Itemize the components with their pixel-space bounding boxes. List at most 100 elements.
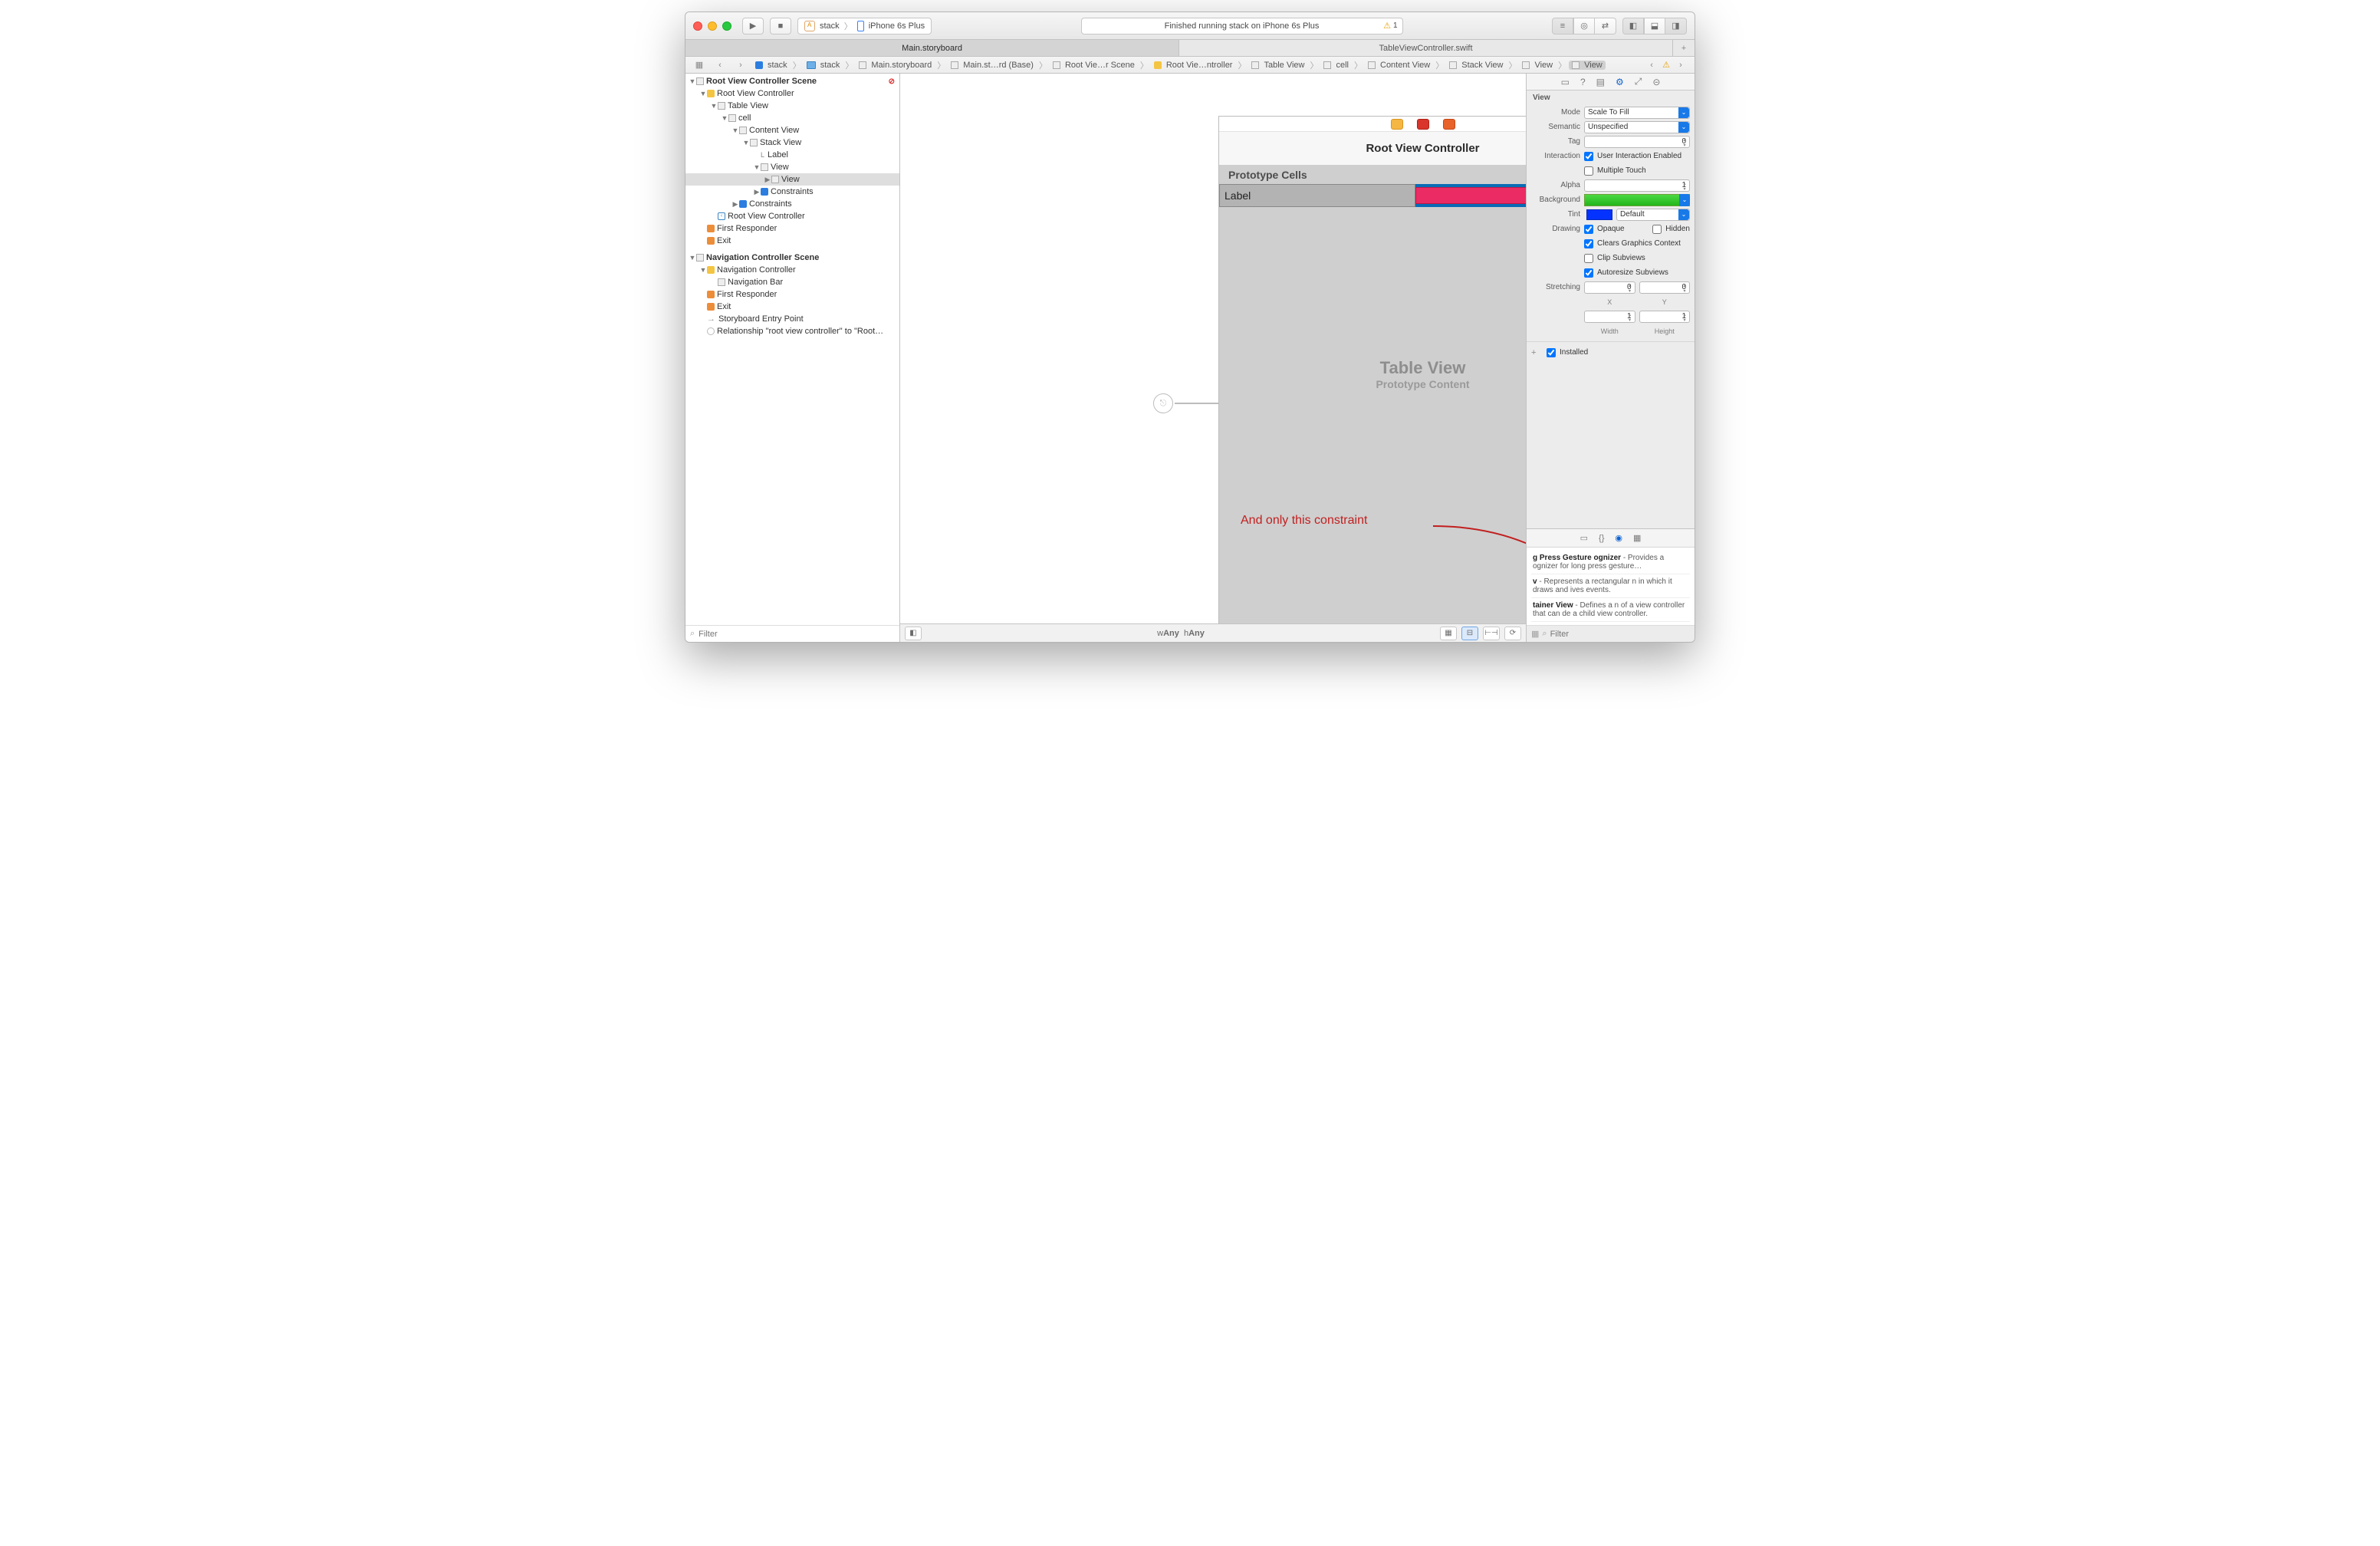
pin-button[interactable]: ⊢⊣ [1483, 627, 1500, 640]
first-responder-row[interactable]: First Responder [685, 222, 899, 235]
user-interaction-check[interactable] [1584, 152, 1593, 161]
jump-seg-3[interactable]: Main.st…rd (Base) [948, 61, 1037, 70]
attributes-inspector-tab[interactable]: ⚙ [1616, 77, 1624, 87]
lib-item-gesture[interactable]: g Press Gesture ognizer - Provides a ogn… [1531, 551, 1690, 574]
rootvc-item-row[interactable]: ‹Root View Controller [685, 210, 899, 222]
object-lib-tab[interactable]: ◉ [1615, 533, 1622, 543]
jump-seg-0[interactable]: stack [752, 61, 791, 70]
identity-inspector-tab[interactable]: ▤ [1596, 77, 1605, 87]
opaque-check[interactable] [1584, 225, 1593, 234]
prototype-cell[interactable]: Label [1219, 184, 1526, 207]
scheme-selector[interactable]: stack 〉 iPhone 6s Plus [797, 18, 932, 35]
forward-button[interactable]: › [731, 58, 750, 73]
entry-row[interactable]: →Storyboard Entry Point [685, 313, 899, 325]
jump-prev-issue[interactable]: ‹ [1642, 58, 1661, 73]
jump-seg-1[interactable]: stack [804, 61, 843, 70]
close-button[interactable] [693, 21, 702, 31]
related-items-button[interactable]: ▦ [690, 58, 708, 73]
navigation-bar[interactable]: Root View Controller [1219, 132, 1526, 166]
back-button[interactable]: ‹ [711, 58, 729, 73]
installed-check[interactable] [1547, 348, 1556, 357]
version-editor-button[interactable]: ⇄ [1595, 18, 1616, 35]
toggle-navigator-button[interactable]: ◧ [1622, 18, 1644, 35]
first-responder-row-2[interactable]: First Responder [685, 288, 899, 301]
library-filter-input[interactable] [1550, 630, 1690, 639]
stackview-row[interactable]: ▼Stack View [685, 137, 899, 149]
file-template-lib-tab[interactable]: ▭ [1580, 533, 1588, 543]
contentview-row[interactable]: ▼Content View [685, 124, 899, 137]
jump-seg-2[interactable]: Main.storyboard [856, 61, 935, 70]
library-list[interactable]: g Press Gesture ognizer - Provides a ogn… [1527, 548, 1695, 625]
jump-seg-4[interactable]: Root Vie…r Scene [1050, 61, 1138, 70]
scene-row[interactable]: ▼Root View Controller Scene⊘ [685, 75, 899, 87]
lib-item-view[interactable]: v - Represents a rectangular n in which … [1531, 574, 1690, 598]
code-snippet-lib-tab[interactable]: {} [1599, 534, 1604, 543]
stretch-h[interactable]: 1▴▾ [1639, 311, 1691, 323]
grid-view-toggle[interactable]: ▦ [1531, 629, 1539, 639]
connections-inspector-tab[interactable]: ⊝ [1652, 77, 1660, 87]
toggle-debug-button[interactable]: ⬓ [1644, 18, 1665, 35]
canvas[interactable]: ⎋ Root View Controller Prototype Cells [900, 74, 1526, 623]
exit-row-2[interactable]: Exit [685, 301, 899, 313]
hidden-check[interactable] [1652, 225, 1662, 234]
tint-select[interactable]: Default⌄ [1616, 209, 1690, 221]
jump-seg-10[interactable]: View [1519, 61, 1556, 70]
new-tab-button[interactable]: + [1673, 40, 1695, 56]
multiple-touch-check[interactable] [1584, 166, 1593, 176]
cell-row[interactable]: ▼cell [685, 112, 899, 124]
tag-field[interactable]: 0▴▾ [1584, 136, 1690, 148]
jump-seg-8[interactable]: Content View [1365, 61, 1433, 70]
jump-seg-11[interactable]: View [1569, 61, 1606, 70]
tableview-row[interactable]: ▼Table View [685, 100, 899, 112]
jump-seg-9[interactable]: Stack View [1446, 61, 1506, 70]
stretch-y[interactable]: 0▴▾ [1639, 281, 1691, 294]
tint-swatch[interactable] [1586, 209, 1612, 220]
tab-main-storyboard[interactable]: Main.storyboard [685, 40, 1179, 56]
toggle-utilities-button[interactable]: ◨ [1665, 18, 1687, 35]
segue-arrow[interactable]: ⎋ [1153, 388, 1226, 419]
help-inspector-tab[interactable]: ? [1580, 77, 1586, 87]
maximize-button[interactable] [722, 21, 731, 31]
standard-editor-button[interactable]: ≡ [1552, 18, 1573, 35]
clears-graphics-check[interactable] [1584, 239, 1593, 248]
clip-subviews-check[interactable] [1584, 254, 1593, 263]
semantic-select[interactable]: Unspecified⌄ [1584, 121, 1690, 133]
size-class-control[interactable]: wAny hAny [926, 629, 1435, 638]
stop-button[interactable]: ■ [770, 18, 791, 35]
label-row[interactable]: LLabel [685, 149, 899, 161]
rootvc-row[interactable]: ▼Root View Controller [685, 87, 899, 100]
run-button[interactable]: ▶ [742, 18, 764, 35]
selected-view[interactable] [1415, 187, 1526, 204]
stack-button[interactable]: ▦ [1440, 627, 1457, 640]
alpha-field[interactable]: 1▴▾ [1584, 179, 1690, 192]
constraints-row-2[interactable]: ▶Constraints [685, 198, 899, 210]
jump-next-issue[interactable]: › [1672, 58, 1690, 73]
size-inspector-tab[interactable]: ⤢ [1635, 76, 1642, 87]
background-color-well[interactable]: ⌄ [1584, 194, 1690, 206]
jump-seg-7[interactable]: cell [1320, 61, 1352, 70]
warning-badge[interactable]: ⚠ 1 [1383, 21, 1397, 31]
stretch-x[interactable]: 0▴▾ [1584, 281, 1635, 294]
relationship-row[interactable]: Relationship "root view controller" to "… [685, 325, 899, 337]
exit-row[interactable]: Exit [685, 235, 899, 247]
minimize-button[interactable] [708, 21, 717, 31]
view-row[interactable]: ▼View [685, 161, 899, 173]
add-variant-button[interactable]: + [1531, 348, 1539, 357]
mode-select[interactable]: Scale To Fill⌄ [1584, 107, 1690, 119]
navctrl-row[interactable]: ▼Navigation Controller [685, 264, 899, 276]
lib-item-container[interactable]: tainer View - Defines a n of a view cont… [1531, 598, 1690, 622]
scene2-row[interactable]: ▼Navigation Controller Scene [685, 252, 899, 264]
outline-filter-input[interactable] [699, 630, 895, 639]
stretch-w[interactable]: 1▴▾ [1584, 311, 1635, 323]
file-inspector-tab[interactable]: ▭ [1561, 77, 1570, 87]
navbar-row[interactable]: Navigation Bar [685, 276, 899, 288]
tab-tableviewcontroller[interactable]: TableViewController.swift [1179, 40, 1673, 56]
jump-seg-5[interactable]: Root Vie…ntroller [1151, 61, 1236, 70]
assistant-editor-button[interactable]: ◎ [1573, 18, 1595, 35]
align-button[interactable]: ⊟ [1461, 627, 1478, 640]
jump-seg-6[interactable]: Table View [1248, 61, 1307, 70]
view-selected-row[interactable]: ▶View [685, 173, 899, 186]
cell-label[interactable]: Label [1219, 184, 1415, 207]
constraints-row[interactable]: ▶Constraints [685, 186, 899, 198]
scene-header[interactable] [1219, 117, 1526, 132]
